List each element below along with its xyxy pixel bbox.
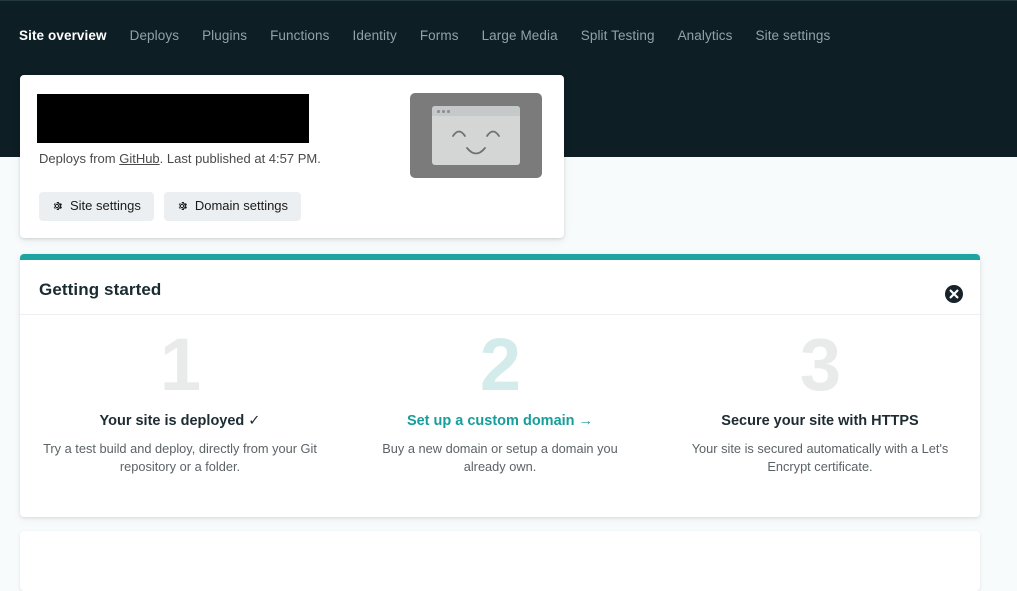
nav-item-identity[interactable]: Identity <box>353 25 413 47</box>
browser-dot-icon <box>447 110 450 113</box>
browser-titlebar <box>432 106 520 116</box>
step-number: 3 <box>799 323 841 406</box>
step-title: Your site is deployed ✓ <box>99 413 261 429</box>
deploy-source-link[interactable]: GitHub <box>119 151 159 166</box>
gear-icon <box>176 200 188 212</box>
browser-dot-icon <box>437 110 440 113</box>
site-card-button-row: Site settings Domain settings <box>39 192 302 221</box>
site-summary-card: Deploys from GitHub. Last published at 4… <box>20 75 564 238</box>
step-title: Secure your site with HTTPS <box>721 413 919 429</box>
nav-item-large-media[interactable]: Large Media <box>482 25 574 47</box>
domain-settings-button-label: Domain settings <box>194 198 289 213</box>
gear-icon <box>51 200 63 212</box>
getting-started-title: Getting started <box>39 280 162 299</box>
step-number: 1 <box>159 323 201 406</box>
primary-nav: Site overview Deploys Plugins Functions … <box>19 25 830 47</box>
step-1: 1 Your site is deployed ✓ Try a test bui… <box>20 324 340 476</box>
step-description: Buy a new domain or setup a domain you a… <box>382 441 618 474</box>
setup-custom-domain-link[interactable]: Set up a custom domain → <box>360 411 640 431</box>
next-section-card <box>20 531 980 591</box>
nav-item-plugins[interactable]: Plugins <box>202 25 263 47</box>
site-name-redaction <box>37 94 309 143</box>
deploy-suffix-text: . Last published at 4:57 PM. <box>159 151 321 166</box>
step-3: 3 Secure your site with HTTPS Your site … <box>660 324 980 476</box>
getting-started-steps: 1 Your site is deployed ✓ Try a test bui… <box>20 324 980 476</box>
deploy-info-line: Deploys from GitHub. Last published at 4… <box>39 150 321 168</box>
browser-dot-icon <box>442 110 445 113</box>
step-2: 2 Set up a custom domain → Buy a new dom… <box>340 324 660 476</box>
step-description: Your site is secured automatically with … <box>691 441 949 474</box>
browser-window-icon <box>432 106 520 165</box>
getting-started-card: Getting started 1 Your site is deployed … <box>20 254 980 517</box>
site-settings-button-label: Site settings <box>70 198 141 213</box>
nav-item-functions[interactable]: Functions <box>270 25 345 47</box>
nav-item-site-settings[interactable]: Site settings <box>756 25 831 47</box>
smiley-face-icon <box>452 130 500 155</box>
step-number: 2 <box>479 323 521 406</box>
getting-started-divider <box>20 314 980 315</box>
nav-item-forms[interactable]: Forms <box>420 25 475 47</box>
domain-settings-button[interactable]: Domain settings <box>163 192 302 221</box>
site-settings-button[interactable]: Site settings <box>39 192 154 221</box>
close-icon[interactable] <box>945 285 963 303</box>
nav-item-split-testing[interactable]: Split Testing <box>581 25 671 47</box>
nav-item-analytics[interactable]: Analytics <box>678 25 749 47</box>
deploy-prefix-text: Deploys from <box>39 151 120 166</box>
nav-item-deploys[interactable]: Deploys <box>130 25 195 47</box>
step-description: Try a test build and deploy, directly fr… <box>43 441 317 474</box>
nav-item-site-overview[interactable]: Site overview <box>19 25 123 47</box>
getting-started-accent-bar <box>20 254 980 260</box>
site-preview-thumbnail[interactable] <box>410 93 542 178</box>
